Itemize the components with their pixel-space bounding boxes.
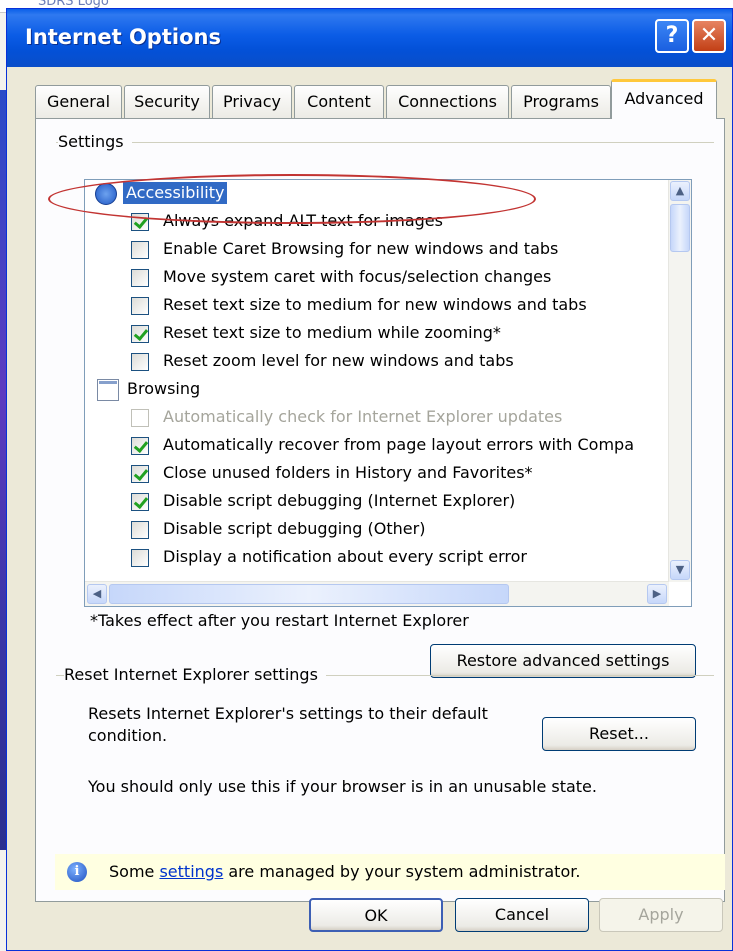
settings-tree-list[interactable]: Accessibility Always expand ALT text for…: [84, 179, 692, 607]
admin-info-bar: i Some settings are managed by your syst…: [55, 854, 725, 890]
tab-programs[interactable]: Programs: [511, 85, 611, 118]
help-button[interactable]: ?: [655, 19, 689, 53]
setting-label: Automatically check for Internet Explore…: [163, 407, 563, 426]
category-accessibility[interactable]: Accessibility: [85, 180, 669, 208]
checkbox[interactable]: [131, 353, 149, 371]
checkbox[interactable]: [131, 465, 149, 483]
settings-link[interactable]: settings: [159, 862, 223, 881]
tab-connections[interactable]: Connections: [386, 85, 509, 118]
info-text-suffix: are managed by your system administrator…: [223, 862, 581, 881]
browsing-icon: [97, 379, 119, 401]
checkbox: [131, 409, 149, 427]
title-bar[interactable]: Internet Options ? ✕: [7, 9, 732, 67]
internet-options-dialog: Internet Options ? ✕ General Security Pr…: [6, 8, 733, 951]
info-text-prefix: Some: [109, 862, 160, 881]
setting-item[interactable]: Reset zoom level for new windows and tab…: [85, 348, 669, 376]
restart-note: *Takes effect after you restart Internet…: [90, 611, 469, 630]
accessibility-icon: [95, 183, 117, 205]
checkbox[interactable]: [131, 437, 149, 455]
reset-group-label: Reset Internet Explorer settings: [64, 665, 326, 684]
checkbox[interactable]: [131, 213, 149, 231]
cancel-button[interactable]: Cancel: [455, 898, 589, 932]
vertical-scrollbar[interactable]: ▲ ▼: [668, 180, 691, 582]
close-button[interactable]: ✕: [692, 19, 726, 53]
setting-item[interactable]: Disable script debugging (Internet Explo…: [85, 488, 669, 516]
tab-security[interactable]: Security: [124, 85, 210, 118]
admin-info-text: Some settings are managed by your system…: [109, 862, 580, 881]
setting-item[interactable]: Reset text size to medium while zooming*: [85, 320, 669, 348]
checkbox[interactable]: [131, 325, 149, 343]
reset-button[interactable]: Reset...: [542, 717, 696, 751]
scroll-right-button[interactable]: ▶: [647, 584, 667, 604]
apply-button: Apply: [599, 898, 723, 932]
setting-item[interactable]: Close unused folders in History and Favo…: [85, 460, 669, 488]
checkbox[interactable]: [131, 493, 149, 511]
horizontal-scroll-thumb[interactable]: [109, 584, 509, 604]
tab-advanced[interactable]: Advanced: [611, 79, 717, 119]
tab-general[interactable]: General: [35, 85, 122, 118]
advanced-tab-panel: Settings Accessibility Always expand ALT…: [35, 118, 725, 902]
setting-label: Enable Caret Browsing for new windows an…: [163, 239, 559, 258]
restore-advanced-settings-button[interactable]: Restore advanced settings: [430, 644, 696, 678]
settings-group-label: Settings: [58, 132, 132, 151]
category-label: Accessibility: [123, 182, 228, 204]
ok-button[interactable]: OK: [309, 898, 443, 932]
info-icon: i: [67, 862, 87, 882]
setting-item[interactable]: Enable Caret Browsing for new windows an…: [85, 236, 669, 264]
checkbox[interactable]: [131, 297, 149, 315]
checkbox[interactable]: [131, 269, 149, 287]
checkbox[interactable]: [131, 521, 149, 539]
setting-item[interactable]: Disable script debugging (Other): [85, 516, 669, 544]
setting-item[interactable]: Automatically check for Internet Explore…: [85, 404, 669, 432]
scroll-up-button[interactable]: ▲: [670, 181, 690, 201]
checkbox[interactable]: [131, 549, 149, 567]
setting-label: Disable script debugging (Internet Explo…: [163, 491, 516, 510]
setting-label: Reset text size to medium for new window…: [163, 295, 587, 314]
horizontal-scrollbar[interactable]: ◀ ▶: [85, 581, 669, 606]
setting-label: Reset text size to medium while zooming*: [163, 323, 501, 342]
setting-item[interactable]: Always expand ALT text for images: [85, 208, 669, 236]
setting-item[interactable]: Automatically recover from page layout e…: [85, 432, 669, 460]
setting-label: Automatically recover from page layout e…: [163, 435, 635, 454]
setting-label: Move system caret with focus/selection c…: [163, 267, 552, 286]
category-label: Browsing: [127, 379, 201, 398]
setting-item[interactable]: Display a notification about every scrip…: [85, 544, 669, 572]
setting-label: Reset zoom level for new windows and tab…: [163, 351, 514, 370]
window-title: Internet Options: [25, 25, 221, 49]
setting-label: Disable script debugging (Other): [163, 519, 426, 538]
setting-label: Always expand ALT text for images: [163, 211, 443, 230]
setting-item[interactable]: Move system caret with focus/selection c…: [85, 264, 669, 292]
setting-label: Display a notification about every scrip…: [163, 547, 527, 566]
tab-content[interactable]: Content: [294, 85, 384, 118]
scroll-down-button[interactable]: ▼: [670, 560, 690, 580]
setting-label: Close unused folders in History and Favo…: [163, 463, 533, 482]
category-browsing[interactable]: Browsing: [85, 376, 669, 404]
setting-item[interactable]: Reset text size to medium for new window…: [85, 292, 669, 320]
vertical-scroll-thumb[interactable]: [670, 204, 690, 252]
settings-group-divider: [56, 142, 714, 143]
checkbox[interactable]: [131, 241, 149, 259]
tab-privacy[interactable]: Privacy: [212, 85, 292, 118]
scroll-left-button[interactable]: ◀: [87, 584, 107, 604]
reset-description: Resets Internet Explorer's settings to t…: [88, 704, 488, 745]
reset-warning: You should only use this if your browser…: [88, 777, 597, 796]
